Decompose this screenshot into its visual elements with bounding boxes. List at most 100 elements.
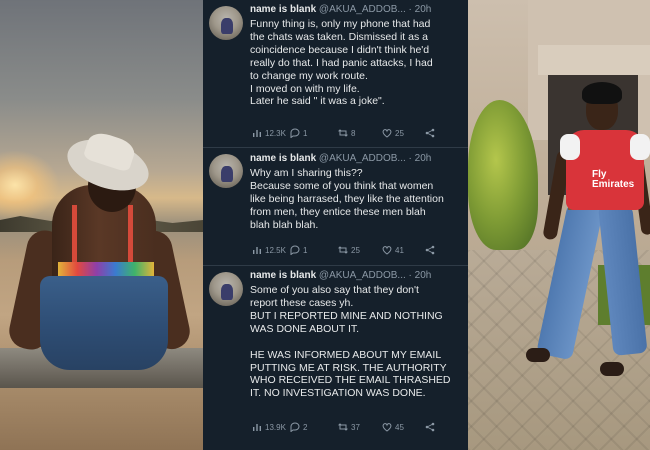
heart-icon [382,423,392,432]
reply-count: 2 [303,422,308,432]
tweet-actions: 12.3K 1 8 25 [250,128,450,140]
tweet-2[interactable]: name is blank @AKUA_ADDOB... · 20h Why a… [203,148,468,266]
tweet-line: the chats was taken. Dismissed it as a [250,30,428,43]
share-icon [425,128,435,138]
tweet-actions: 13.9K 2 37 45 [250,422,450,434]
tweet-line: Because some of you think that women [250,179,434,192]
retweet-count: 8 [351,128,356,138]
right-photo: Fly Emirates [468,0,650,450]
avatar[interactable] [209,272,243,306]
retweet-icon [338,423,348,431]
views-value: 12.5K [265,245,286,255]
tweet-header: name is blank @AKUA_ADDOB... · 20h [250,153,431,165]
handle[interactable]: @AKUA_ADDOB... [319,270,406,281]
tweet-text: Funny thing is, only my phone that had t… [250,18,465,108]
tweet-line: Later he said " it was a joke". [250,95,385,108]
bar-chart-icon [253,130,261,137]
retweet-button[interactable]: 8 [338,128,355,138]
tweet-line: report these cases yh. [250,296,354,309]
tweet-line: PUTTING ME AT RISK. THE AUTHORITY [250,361,447,374]
reply-count: 1 [303,245,308,255]
share-button[interactable] [425,422,435,432]
reply-button[interactable]: 1 [290,245,307,255]
tweet-line: Why am I sharing this?? [250,167,363,179]
denim-shorts [40,276,168,370]
reply-icon [290,128,300,138]
like-count: 41 [395,245,404,255]
avatar[interactable] [209,6,243,40]
bikini-strap-right [128,205,133,267]
tweet-line: like being harrased, they like the atten… [250,192,444,205]
ground [0,388,203,450]
tweet-line: WHO RECEIVED THE EMAIL THRASHED [250,374,451,387]
retweet-button[interactable]: 37 [338,422,360,432]
shoe-left [526,348,550,362]
share-icon [425,422,435,432]
retweet-icon [338,246,348,254]
tweet-line: to change my work route. [250,69,368,82]
display-name[interactable]: name is blank [250,153,316,164]
share-icon [425,245,435,255]
bar-chart-icon [253,424,261,431]
timestamp[interactable]: · 20h [409,4,432,15]
views-value: 13.9K [265,422,286,432]
tweet-feed: name is blank @AKUA_ADDOB... · 20h Funny… [203,0,468,450]
tweet-line: Some of you also say that they don't [250,284,419,296]
tweet-line: HE WAS INFORMED ABOUT MY EMAIL [250,348,442,361]
retweet-icon [338,129,348,137]
tweet-line: WAS DONE ABOUT IT. [250,322,360,335]
tweet-line: coincidence because I didn't think he'd [250,43,430,56]
bikini-strap-left [72,205,77,267]
reply-button[interactable]: 1 [290,128,307,138]
retweet-button[interactable]: 25 [338,245,360,255]
views-count[interactable]: 12.3K [252,128,286,138]
tweet-text: Why am I sharing this?? Because some of … [250,167,465,232]
tweet-line: BUT I REPORTED MINE AND NOTHING [250,309,443,322]
tweet-text: Some of you also say that they don't rep… [250,284,465,400]
building-lintel [538,45,650,75]
tweet-actions: 12.5K 1 25 41 [250,245,450,257]
like-button[interactable]: 25 [382,128,404,138]
views-count[interactable]: 13.9K [252,422,286,432]
display-name[interactable]: name is blank [250,270,316,281]
reply-button[interactable]: 2 [290,422,307,432]
jersey-logo: Fly Emirates [592,169,635,190]
reply-icon [290,245,300,255]
tweet-line: from men, they entice these men blah [250,205,426,218]
heart-icon [382,129,392,138]
tweet-header: name is blank @AKUA_ADDOB... · 20h [250,270,431,282]
retweet-count: 25 [351,245,360,255]
tweet-1[interactable]: name is blank @AKUA_ADDOB... · 20h Funny… [203,0,468,148]
avatar[interactable] [209,154,243,188]
heart-icon [382,246,392,255]
timestamp[interactable]: · 20h [409,270,432,281]
bar-chart-icon [253,247,261,254]
like-count: 25 [395,128,404,138]
girl-hair [582,82,622,104]
tweet-line: I moved on with my life. [250,82,360,95]
tweet-header: name is blank @AKUA_ADDOB... · 20h [250,4,431,16]
share-button[interactable] [425,245,435,255]
share-button[interactable] [425,128,435,138]
left-photo [0,0,203,450]
tweet-line: really do that. I had panic attacks, I h… [250,56,433,69]
tweet-line: IT. NO INVESTIGATION WAS DONE. [250,387,426,400]
tweet-line: Funny thing is, only my phone that had [250,18,431,30]
like-button[interactable]: 41 [382,245,404,255]
views-value: 12.3K [265,128,286,138]
display-name[interactable]: name is blank [250,4,316,15]
like-count: 45 [395,422,404,432]
views-count[interactable]: 12.5K [252,245,286,255]
retweet-count: 37 [351,422,360,432]
like-button[interactable]: 45 [382,422,404,432]
red-jersey: Fly Emirates [560,130,650,210]
reply-count: 1 [303,128,308,138]
handle[interactable]: @AKUA_ADDOB... [319,153,406,164]
tweet-3[interactable]: name is blank @AKUA_ADDOB... · 20h Some … [203,266,468,450]
timestamp[interactable]: · 20h [409,153,432,164]
shoe-right [600,362,624,376]
sunset-glow [0,150,60,220]
reply-icon [290,422,300,432]
handle[interactable]: @AKUA_ADDOB... [319,4,406,15]
tweet-line: blah blah blah. [250,218,319,231]
